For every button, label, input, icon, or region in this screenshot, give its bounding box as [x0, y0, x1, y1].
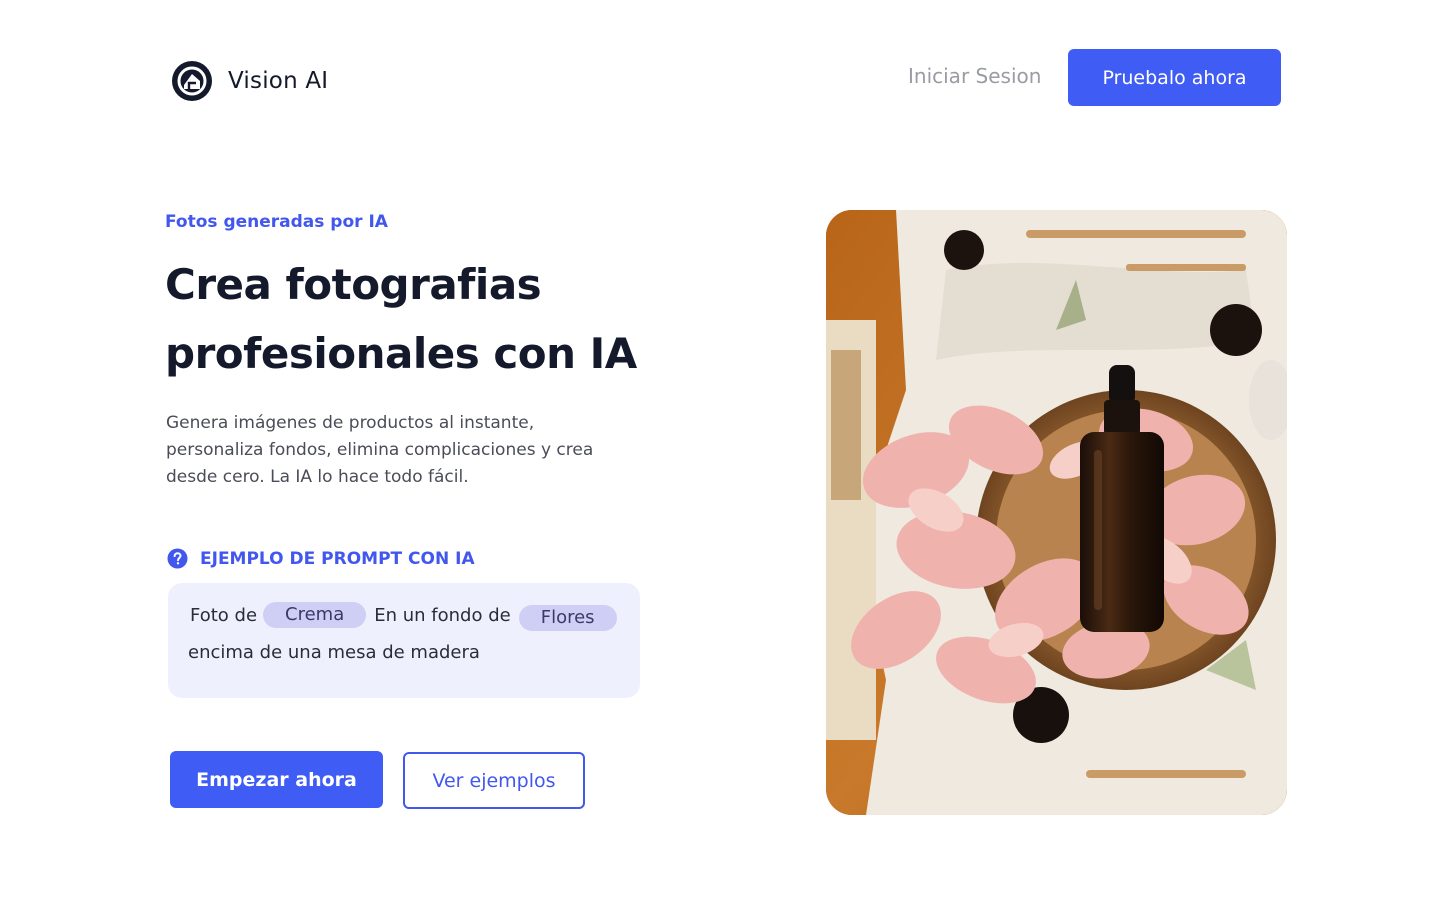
question-circle-icon [167, 548, 188, 569]
brand-name: Vision AI [228, 68, 329, 94]
prompt-text-2: En un fondo de [374, 604, 511, 626]
prompt-label: EJEMPLO DE PROMPT CON IA [200, 548, 475, 569]
prompt-example-heading: EJEMPLO DE PROMPT CON IA [167, 548, 475, 569]
logo-icon [172, 61, 212, 101]
prompt-text-3: encima de una mesa de madera [188, 642, 480, 663]
site-header: Vision AI Iniciar Sesion Pruebalo ahora [0, 0, 1440, 150]
prompt-example-box: Foto de Crema En un fondo de Flores enci… [168, 583, 640, 698]
hero-eyebrow: Fotos generadas por IA [165, 212, 388, 232]
prompt-line-1: Foto de Crema En un fondo de Flores [190, 602, 617, 631]
product-photo-illustration [826, 210, 1287, 815]
brand[interactable]: Vision AI [170, 58, 328, 104]
login-link[interactable]: Iniciar Sesion [908, 64, 1041, 88]
hero-description: Genera imágenes de productos al instante… [166, 413, 594, 487]
prompt-chip-product[interactable]: Crema [263, 602, 367, 628]
view-examples-button[interactable]: Ver ejemplos [403, 752, 585, 809]
prompt-text-1: Foto de [190, 604, 258, 626]
hero-product-photo [826, 210, 1287, 815]
hero-title: Crea fotografias profesionales con IA [165, 260, 637, 378]
start-now-button[interactable]: Empezar ahora [170, 751, 383, 808]
prompt-chip-background[interactable]: Flores [518, 605, 617, 631]
try-now-button[interactable]: Pruebalo ahora [1068, 49, 1281, 106]
